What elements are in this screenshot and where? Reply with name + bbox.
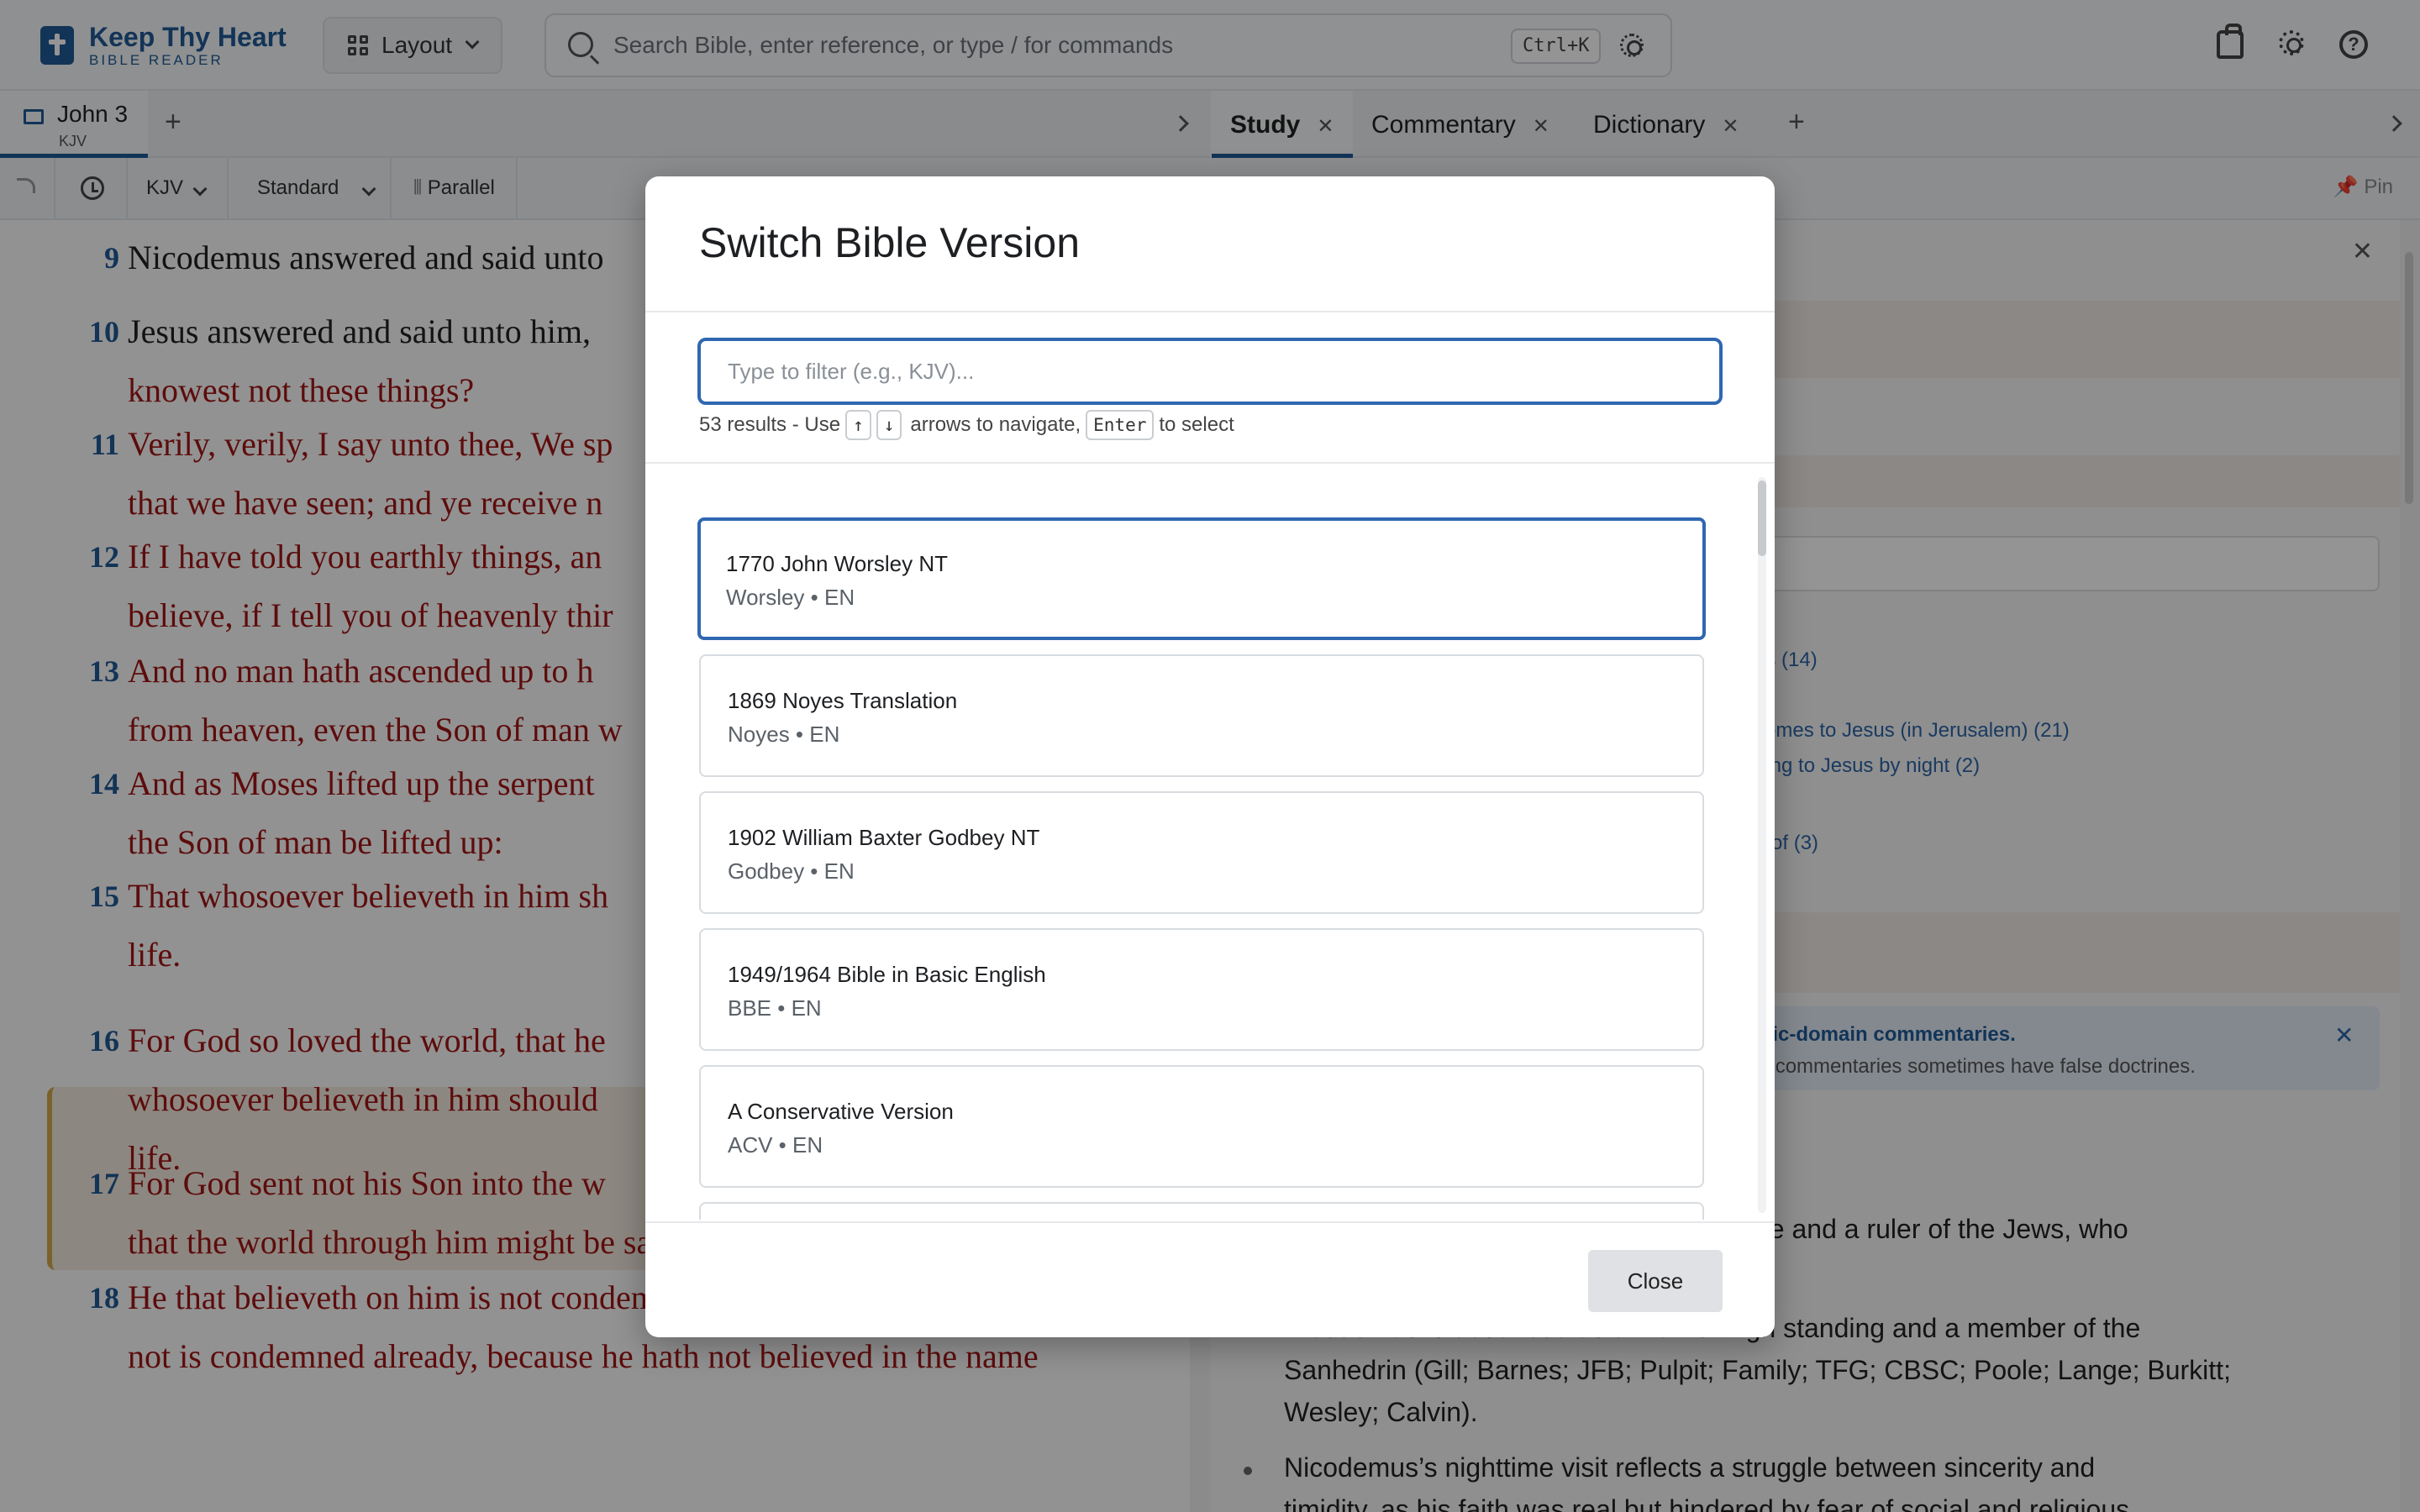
version-name: 1869 Noyes Translation [728,688,958,713]
version-item[interactable]: 1949/1964 Bible in Basic English BBE • EN [699,928,1704,1051]
version-item[interactable]: 1902 William Baxter Godbey NT Godbey • EN [699,791,1704,914]
version-item[interactable]: A Conservative Version ACV • EN [699,1065,1704,1188]
list-scrollbar-thumb[interactable] [1758,480,1766,556]
version-meta: BBE • EN [728,995,822,1021]
divider [645,1221,1775,1223]
up-arrow-key: ↑ [845,410,871,440]
version-meta: Godbey • EN [728,858,855,884]
version-item[interactable] [699,1202,1704,1220]
results-count: 53 results - Use [699,413,841,436]
version-name: 1902 William Baxter Godbey NT [728,825,1040,850]
version-item[interactable]: 1770 John Worsley NT Worsley • EN [697,517,1706,640]
version-filter-input[interactable] [697,338,1723,405]
version-meta: Noyes • EN [728,722,840,747]
results-hint: 53 results - Use ↑ ↓ arrows to navigate,… [699,410,1234,440]
version-meta: Worsley • EN [726,585,855,610]
arrows-text: arrows to navigate, [910,413,1081,436]
version-item[interactable]: 1869 Noyes Translation Noyes • EN [699,654,1704,777]
version-list: 1770 John Worsley NT Worsley • EN 1869 Noy… [645,464,1775,1220]
divider [645,311,1775,312]
version-name: 1949/1964 Bible in Basic English [728,962,1046,987]
version-name: 1770 John Worsley NT [726,551,948,576]
select-text: to select [1159,413,1234,436]
close-button[interactable]: Close [1588,1250,1723,1312]
list-scrollbar-track[interactable] [1758,477,1766,1213]
version-meta: ACV • EN [728,1132,823,1158]
modal-title: Switch Bible Version [699,219,1081,266]
down-arrow-key: ↓ [876,410,902,440]
version-name: A Conservative Version [728,1099,954,1124]
enter-key: Enter [1086,410,1155,440]
switch-version-modal: Switch Bible Version 53 results - Use ↑ … [645,176,1775,1337]
